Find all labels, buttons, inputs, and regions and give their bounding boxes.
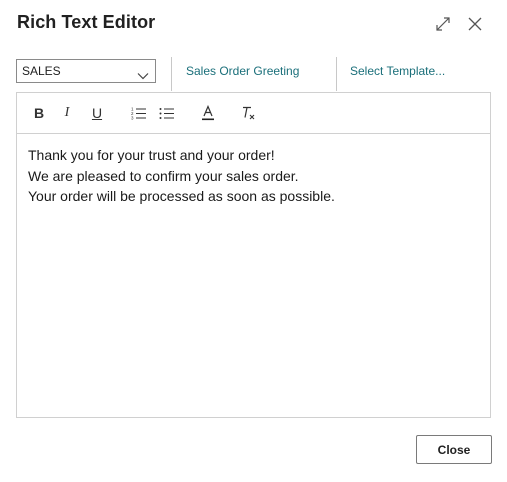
content-line: Your order will be processed as soon as … [28, 188, 335, 204]
expand-icon[interactable] [433, 14, 453, 34]
editor-content[interactable]: Thank you for your trust and your order!… [28, 145, 478, 207]
font-color-icon[interactable] [198, 103, 218, 123]
close-icon[interactable] [465, 14, 485, 34]
close-button[interactable]: Close [416, 435, 492, 464]
select-template-link[interactable]: Select Template... [350, 64, 445, 78]
toolbar-divider [171, 57, 172, 91]
language-select[interactable]: SALES [16, 59, 156, 83]
svg-text:3: 3 [131, 116, 134, 121]
formatting-toolbar: B I U 1 2 3 [17, 93, 490, 134]
underline-button[interactable]: U [87, 103, 107, 123]
bold-button[interactable]: B [29, 103, 49, 123]
ordered-list-icon[interactable]: 1 2 3 [129, 103, 149, 123]
clear-formatting-icon[interactable] [239, 103, 259, 123]
language-select-value: SALES [22, 64, 61, 78]
sales-order-greeting-link[interactable]: Sales Order Greeting [186, 64, 299, 78]
content-line: Thank you for your trust and your order! [28, 147, 275, 163]
italic-button[interactable]: I [57, 103, 77, 123]
template-toolbar: SALES Sales Order Greeting Select Templa… [16, 57, 491, 91]
toolbar-divider [336, 57, 337, 91]
rich-text-editor: B I U 1 2 3 Thank you for your trust and… [16, 92, 491, 418]
rich-text-editor-dialog: Rich Text Editor SALES Sales Order Greet… [0, 0, 507, 482]
bullet-list-icon[interactable] [157, 103, 177, 123]
chevron-down-icon [137, 67, 149, 85]
content-line: We are pleased to confirm your sales ord… [28, 167, 299, 184]
dialog-title: Rich Text Editor [17, 12, 156, 32]
